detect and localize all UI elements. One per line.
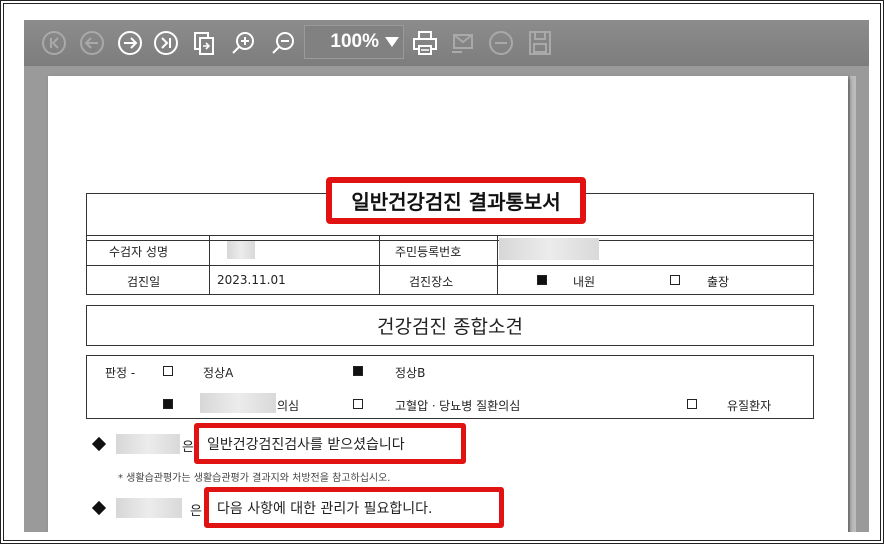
normal-a-label: 정상A — [203, 366, 234, 380]
management-needed-highlight: 다음 사항에 대한 관리가 필요합니다. — [204, 487, 504, 528]
copy-page-icon[interactable] — [190, 29, 218, 57]
normal-a-checkbox — [163, 366, 173, 376]
zoom-select[interactable]: 100% — [304, 25, 404, 59]
management-needed-text: 다음 사항에 대한 관리가 필요합니다. — [217, 500, 433, 517]
remove-icon[interactable] — [487, 29, 515, 57]
hypertension-checkbox — [353, 399, 363, 409]
patient-name-redacted — [116, 434, 180, 454]
place-in-checkbox — [537, 275, 547, 285]
previous-page-icon[interactable] — [78, 29, 106, 57]
summary-title-row: 건강검진 종합소견 — [86, 305, 814, 346]
suspect-redacted — [200, 393, 276, 413]
chevron-down-icon — [385, 37, 399, 47]
checkup-complete-text: 일반건강검진검사를 받으셨습니다 — [207, 436, 405, 453]
line2-particle: 은 — [190, 504, 202, 519]
zoom-out-icon[interactable] — [269, 29, 297, 57]
document-area[interactable]: 일반건강검진 결과통보서 수검자 성명 주민등록번호 검진일 2023.11.0… — [24, 66, 869, 532]
bullet-diamond-icon — [91, 436, 107, 452]
next-page-icon[interactable] — [116, 29, 144, 57]
normal-b-checkbox — [353, 366, 363, 376]
last-page-icon[interactable] — [152, 29, 180, 57]
checkup-complete-highlight: 일반건강검진검사를 받으셨습니다 — [194, 423, 466, 464]
page-shadow — [850, 76, 856, 532]
suspect-suffix: 의심 — [277, 399, 300, 413]
hypertension-label: 고혈압ㆍ당뇨병 질환의심 — [395, 399, 521, 413]
place-label: 검진장소 — [409, 275, 454, 289]
report-page: 일반건강검진 결과통보서 수검자 성명 주민등록번호 검진일 2023.11.0… — [48, 76, 848, 532]
viewer-toolbar: 100% — [24, 20, 869, 67]
patient-label: 유질환자 — [727, 399, 772, 413]
print-icon[interactable] — [411, 29, 439, 57]
summary-title: 건강검진 종합소견 — [377, 316, 523, 338]
lifestyle-note: * 생활습관평가는 생활습관평가 결과지와 처방전을 참고하십시오. — [118, 473, 391, 484]
normal-b-label: 정상B — [395, 366, 426, 380]
send-icon[interactable] — [449, 29, 477, 57]
patient-name-redacted — [116, 498, 182, 518]
id-label: 주민등록번호 — [395, 245, 462, 259]
report-title: 일반건강검진 결과통보서 — [351, 190, 561, 214]
id-redacted — [499, 238, 599, 260]
name-label: 수검자 성명 — [109, 245, 169, 259]
window-frame: 100% 일반건강검진 결과통보서 수검자 성명 주민등록번호 검진일 2023… — [0, 0, 884, 544]
suspect-checkbox — [163, 399, 173, 409]
first-page-icon[interactable] — [40, 29, 68, 57]
place-in-label: 내원 — [573, 275, 596, 289]
place-out-label: 출장 — [707, 275, 730, 289]
name-redacted — [227, 241, 255, 259]
judgment-box: 판정 - 정상A 정상B 의심 고혈압ㆍ당뇨병 질환의심 유질환자 — [86, 355, 814, 419]
line1-particle: 은 — [182, 440, 194, 455]
zoom-value: 100% — [330, 31, 379, 52]
zoom-in-icon[interactable] — [229, 29, 257, 57]
bullet-diamond-icon — [91, 500, 107, 516]
date-value: 2023.11.01 — [217, 273, 286, 287]
judgment-prefix: 판정 - — [105, 366, 136, 380]
date-label: 검진일 — [127, 275, 161, 289]
patient-info-table: 수검자 성명 주민등록번호 검진일 2023.11.01 검진장소 내원 출장 — [86, 235, 814, 295]
patient-checkbox — [687, 399, 697, 409]
report-title-highlight: 일반건강검진 결과통보서 — [326, 177, 586, 224]
place-out-checkbox — [670, 275, 680, 285]
report-viewer: 100% 일반건강검진 결과통보서 수검자 성명 주민등록번호 검진일 2023… — [24, 20, 869, 532]
save-icon[interactable] — [526, 29, 554, 57]
